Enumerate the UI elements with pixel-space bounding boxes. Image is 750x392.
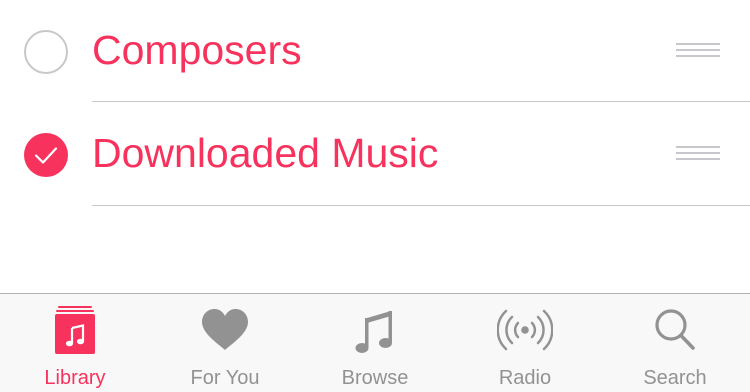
music-note-icon bbox=[350, 306, 400, 356]
radio-broadcast-icon bbox=[496, 306, 554, 356]
list-item-label: Downloaded Music bbox=[92, 130, 439, 176]
tab-label: For You bbox=[190, 367, 260, 389]
reorder-handle-icon[interactable] bbox=[676, 146, 720, 160]
tab-label: Radio bbox=[498, 367, 552, 389]
row-separator bbox=[92, 205, 750, 206]
row-separator bbox=[92, 101, 750, 102]
list-item-composers[interactable]: Composers bbox=[0, 0, 750, 102]
tab-search[interactable]: Search bbox=[600, 294, 750, 392]
checkmark-circle-icon[interactable] bbox=[24, 133, 68, 177]
search-icon bbox=[650, 306, 700, 356]
tab-browse[interactable]: Browse bbox=[300, 294, 450, 392]
tab-label: Library bbox=[44, 367, 106, 389]
library-edit-screen: Composers Downloaded Music Library For Y… bbox=[0, 0, 750, 392]
tab-label: Browse bbox=[341, 367, 409, 389]
tab-bar: Library For You Browse Radio Search bbox=[0, 293, 750, 392]
library-icon bbox=[50, 306, 100, 356]
tab-library[interactable]: Library bbox=[0, 294, 150, 392]
heart-icon bbox=[200, 306, 250, 356]
reorder-handle-icon[interactable] bbox=[676, 43, 720, 57]
tab-radio[interactable]: Radio bbox=[450, 294, 600, 392]
list-item-downloaded-music[interactable]: Downloaded Music bbox=[0, 103, 750, 205]
tab-for-you[interactable]: For You bbox=[150, 294, 300, 392]
list-item-label: Composers bbox=[92, 27, 302, 73]
unchecked-circle-icon[interactable] bbox=[24, 30, 68, 74]
tab-label: Search bbox=[643, 367, 707, 389]
